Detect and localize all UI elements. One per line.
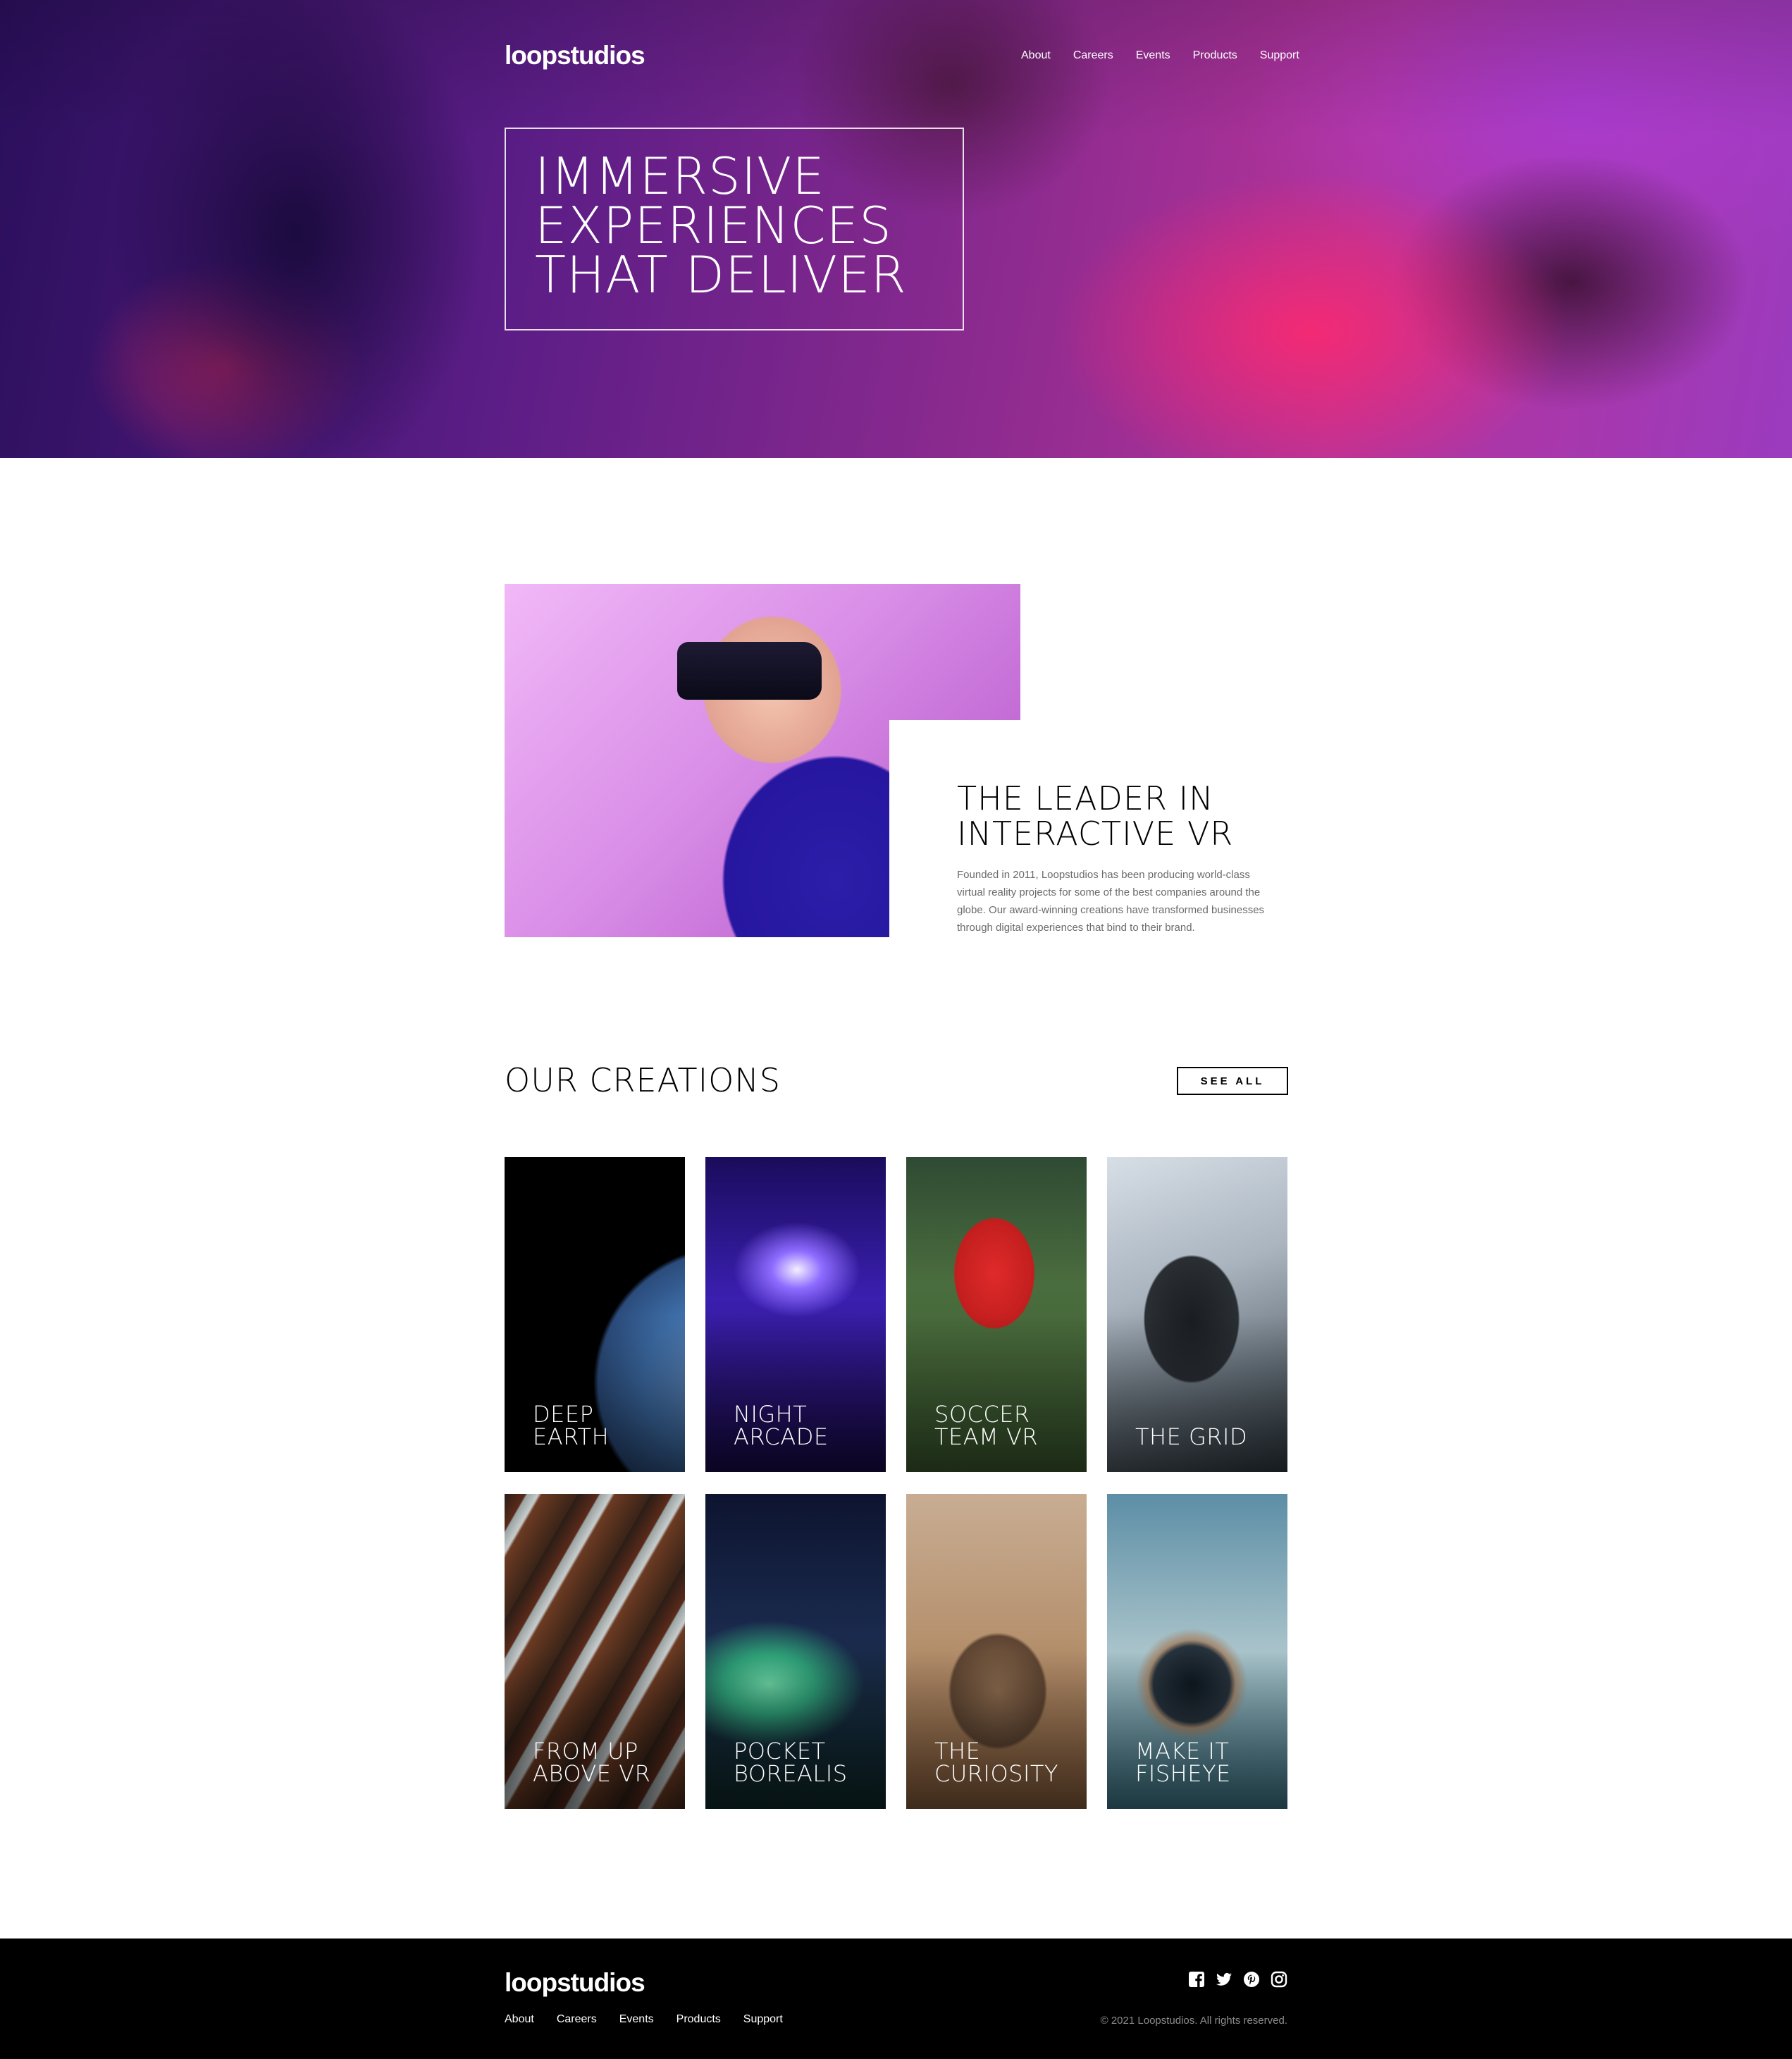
creations-grid: DEEP EARTH NIGHT ARCADE SOCCER TEAM VR T… [505,1157,1288,1809]
footer-nav: About Careers Events Products Support [505,2013,783,2026]
instagram-icon[interactable] [1271,1971,1287,1988]
hero-title: IMMERSIVE EXPERIENCES THAT DELIVER [535,147,907,304]
facebook-icon[interactable] [1188,1971,1205,1988]
creation-card-make-it-fisheye[interactable]: MAKE IT FISHEYE [1107,1494,1287,1809]
see-all-button[interactable]: SEE ALL [1177,1067,1288,1095]
footer-link-about[interactable]: About [505,2013,534,2026]
creation-title: THE GRID [1135,1423,1248,1450]
footer-link-careers[interactable]: Careers [557,2013,597,2026]
creation-card-the-curiosity[interactable]: THE CURIOSITY [906,1494,1087,1809]
creation-card-night-arcade[interactable]: NIGHT ARCADE [705,1157,886,1472]
nav-link-about[interactable]: About [1021,49,1051,62]
creation-title: SOCCER TEAM VR [934,1401,1039,1450]
creation-title: NIGHT ARCADE [734,1401,829,1450]
nav-link-products[interactable]: Products [1193,49,1237,62]
vr-headset-shape [677,642,822,700]
creation-card-from-up-above-vr[interactable]: FROM UP ABOVE VR [505,1494,685,1809]
leader-title: THE LEADER IN INTERACTIVE VR [957,779,1234,853]
nav-link-events[interactable]: Events [1136,49,1170,62]
creation-card-deep-earth[interactable]: DEEP EARTH [505,1157,685,1472]
footer-link-products[interactable]: Products [676,2013,721,2026]
pinterest-icon[interactable] [1243,1971,1260,1988]
nav-link-careers[interactable]: Careers [1073,49,1113,62]
hero-title-box: IMMERSIVE EXPERIENCES THAT DELIVER [505,128,964,330]
footer-logo[interactable]: loopstudios [505,1968,645,1998]
leader-description: Founded in 2011, Loopstudios has been pr… [957,869,1265,934]
creation-title: FROM UP ABOVE VR [533,1738,651,1787]
hero-section: loopstudios About Careers Events Product… [0,0,1792,458]
creation-card-pocket-borealis[interactable]: POCKET BOREALIS [705,1494,886,1809]
logo[interactable]: loopstudios [505,41,645,70]
footer: loopstudios About Careers Events Product… [0,1939,1792,2059]
nav-link-support[interactable]: Support [1260,49,1299,62]
main-nav: About Careers Events Products Support [1021,49,1299,62]
creation-title: MAKE IT FISHEYE [1135,1738,1231,1787]
creation-title: DEEP EARTH [533,1401,610,1450]
social-links [1188,1971,1287,1988]
creation-title: THE CURIOSITY [934,1738,1058,1787]
creation-title: POCKET BOREALIS [734,1738,848,1787]
copyright-text: © 2021 Loopstudios. All rights reserved. [1100,2015,1287,2027]
creation-card-the-grid[interactable]: THE GRID [1107,1157,1287,1472]
creation-card-soccer-team-vr[interactable]: SOCCER TEAM VR [906,1157,1087,1472]
creations-title: OUR CREATIONS [505,1061,781,1099]
twitter-icon[interactable] [1216,1971,1232,1988]
footer-link-events[interactable]: Events [619,2013,654,2026]
footer-link-support[interactable]: Support [743,2013,783,2026]
